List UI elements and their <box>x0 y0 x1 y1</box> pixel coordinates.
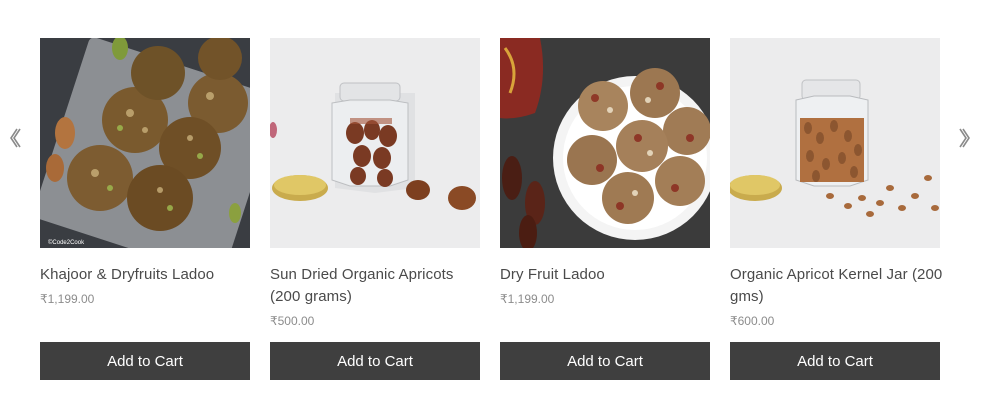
chevron-left-icon <box>7 126 21 150</box>
add-to-cart-button[interactable]: Add to Cart <box>270 342 480 380</box>
product-card: Dry Fruit Ladoo ₹1,199.00 Add to Cart <box>500 38 710 380</box>
product-image[interactable]: ©Code2Cook <box>40 38 250 248</box>
product-title[interactable]: Khajoor & Dryfruits Ladoo <box>40 264 255 286</box>
product-image[interactable] <box>730 38 940 248</box>
chevron-right-icon <box>959 126 973 150</box>
product-image[interactable] <box>500 38 710 248</box>
product-price: ₹1,199.00 <box>40 292 95 306</box>
product-title[interactable]: Dry Fruit Ladoo <box>500 264 715 286</box>
add-to-cart-button[interactable]: Add to Cart <box>40 342 250 380</box>
product-card: Sun Dried Organic Apricots (200 grams) ₹… <box>270 38 480 380</box>
product-card: ©Code2Cook Khajoor & Dryfruits Ladoo ₹1,… <box>40 38 250 380</box>
product-price: ₹1,199.00 <box>500 292 555 306</box>
product-price: ₹500.00 <box>270 314 315 328</box>
image-caption: ©Code2Cook <box>48 239 85 246</box>
product-image[interactable] <box>270 38 480 248</box>
product-title[interactable]: Sun Dried Organic Apricots (200 grams) <box>270 264 485 308</box>
product-card: Organic Apricot Kernel Jar (200 gms) ₹60… <box>730 38 942 380</box>
add-to-cart-button[interactable]: Add to Cart <box>730 342 940 380</box>
add-to-cart-button[interactable]: Add to Cart <box>500 342 710 380</box>
product-title[interactable]: Organic Apricot Kernel Jar (200 gms) <box>730 264 945 308</box>
product-price: ₹600.00 <box>730 314 775 328</box>
carousel-next-button[interactable] <box>956 124 976 152</box>
carousel-prev-button[interactable] <box>4 124 24 152</box>
